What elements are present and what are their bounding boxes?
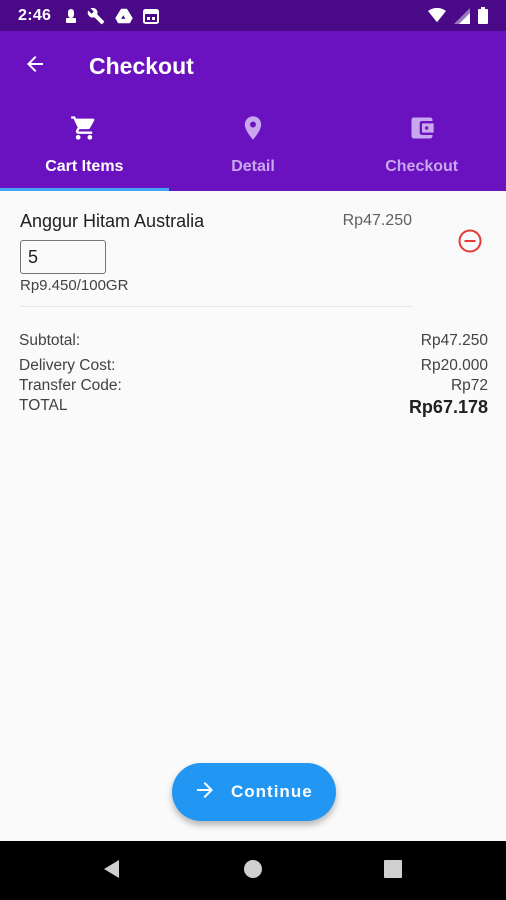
tab-label: Cart Items [45,158,124,175]
remove-circle-icon [456,229,484,259]
tab-label: Checkout [385,158,459,175]
total-value: Rp67.178 [408,397,488,417]
calendar-icon [143,8,160,24]
arrow-back-icon [23,52,47,81]
item-name: Anggur Hitam Australia [20,211,205,231]
continue-button[interactable]: Continue [172,763,336,821]
cart-icon [70,114,98,147]
subtotal-label: Subtotal: [19,332,81,349]
nav-back-button[interactable] [94,853,130,889]
delivery-label: Delivery Cost: [19,357,116,374]
status-indicators [428,7,488,24]
tab-cart-items[interactable]: Cart Items [0,103,169,191]
unit-price: Rp9.450/100GR [20,277,129,294]
nav-home-button[interactable] [235,853,271,889]
back-button[interactable] [0,31,70,101]
total-row: TOTAL Rp67.178 [19,397,488,418]
wallet-icon [408,114,436,147]
page-title: Checkout [89,52,194,79]
divider [20,306,413,307]
battery-icon [478,7,488,24]
app-bar-row: Checkout [0,31,506,101]
home-circle-icon [243,859,263,884]
tab-label: Detail [231,158,275,175]
tab-detail[interactable]: Detail [169,103,338,191]
transfer-code-value: Rp72 [450,377,488,394]
transfer-code-label: Transfer Code: [19,377,122,394]
status-bar: 2:46 [0,0,506,31]
nav-recents-button[interactable] [375,853,411,889]
signal-icon [454,7,470,24]
transfer-code-row: Transfer Code: Rp72 [19,377,488,395]
wifi-icon [428,8,446,23]
notification-icon [65,8,77,24]
app-bar: Checkout Cart Items Detail Checkout [0,31,506,191]
arrow-forward-icon [193,778,217,807]
status-time: 2:46 [18,6,52,24]
wrench-icon [87,7,105,25]
item-price: Rp47.250 [342,212,412,229]
status-notifications [65,7,160,25]
remove-item-button[interactable] [456,227,484,255]
location-pin-icon [239,114,267,147]
total-label: TOTAL [19,397,68,414]
tab-bar: Cart Items Detail Checkout [0,103,506,191]
delivery-row: Delivery Cost: Rp20.000 [19,357,488,375]
cart-item: Anggur Hitam Australia Rp47.250 Rp9.450/… [0,191,506,307]
delivery-value: Rp20.000 [420,357,488,374]
subtotal-value: Rp47.250 [420,332,488,349]
quantity-input[interactable] [20,240,106,274]
subtotal-row: Subtotal: Rp47.250 [19,332,488,350]
drive-icon [115,8,133,24]
tab-checkout[interactable]: Checkout [337,103,506,191]
system-nav-bar [0,841,506,900]
back-triangle-icon [102,859,122,884]
recents-square-icon [384,859,402,883]
continue-label: Continue [231,782,313,801]
